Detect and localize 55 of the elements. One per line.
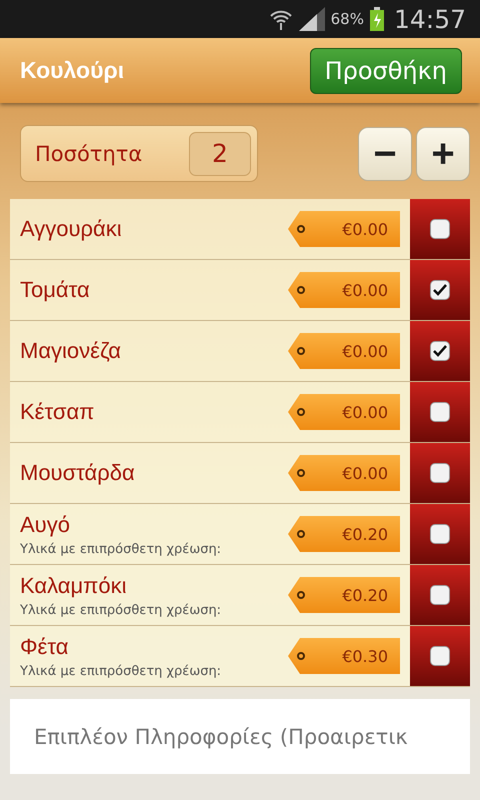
ingredient-name: Τομάτα xyxy=(20,277,90,303)
clock-time: 14:57 xyxy=(394,4,466,34)
increase-button[interactable]: + xyxy=(416,126,470,180)
ingredient-name: Αυγό xyxy=(20,512,71,538)
checkbox[interactable] xyxy=(430,646,450,666)
checkbox[interactable] xyxy=(430,280,450,300)
ingredient-row[interactable]: Μαγιονέζα €0.00 xyxy=(10,321,410,381)
tag-hole-icon xyxy=(297,530,305,538)
price-text: €0.30 xyxy=(342,646,388,666)
ingredient-row[interactable]: Τομάτα €0.00 xyxy=(10,260,410,320)
ingredient-row[interactable]: Κέτσαπ €0.00 xyxy=(10,382,410,442)
checkbox[interactable] xyxy=(430,585,450,605)
price-text: €0.20 xyxy=(342,586,388,604)
quantity-value: 2 xyxy=(189,132,251,176)
checkbox[interactable] xyxy=(430,524,450,544)
ingredient-name: Καλαμπόκι xyxy=(20,572,128,598)
quantity-label: Ποσότητα xyxy=(35,142,142,166)
signal-icon xyxy=(298,7,325,31)
checkbox[interactable] xyxy=(430,341,450,361)
tag-hole-icon xyxy=(297,286,305,294)
extra-charge-note: Υλικά με επιπρόσθετη χρέωση: xyxy=(20,602,222,618)
ingredient-name: Μαγιονέζα xyxy=(20,338,121,364)
ingredient-name: Φέτα xyxy=(20,634,70,660)
price-text: €0.00 xyxy=(342,220,388,238)
ingredient-row[interactable]: Αγγουράκι €0.00 xyxy=(10,199,410,259)
checkbox[interactable] xyxy=(430,219,450,239)
checkbox[interactable] xyxy=(430,463,450,483)
ingredient-row[interactable]: Αυγό Υλικά με επιπρόσθετη χρέωση: €0.20 xyxy=(10,504,410,564)
add-button[interactable]: Προσθήκη xyxy=(310,48,462,94)
price-text: €0.00 xyxy=(342,342,388,360)
extra-charge-note: Υλικά με επιπρόσθετη χρέωση: xyxy=(20,664,222,678)
ingredient-name: Μουστάρδα xyxy=(20,460,135,486)
info-input-field[interactable]: Επιπλέον Πληροφορίες (Προαιρετικ xyxy=(10,699,470,774)
battery-charging-icon xyxy=(370,7,384,31)
price-text: €0.20 xyxy=(342,524,388,544)
tag-hole-icon xyxy=(297,225,305,233)
extra-charge-note: Υλικά με επιπρόσθετη χρέωση: xyxy=(20,542,222,556)
price-text: €0.00 xyxy=(342,402,388,422)
tag-hole-icon xyxy=(297,652,305,660)
tag-hole-icon xyxy=(297,469,305,477)
ingredient-row[interactable]: Φέτα Υλικά με επιπρόσθετη χρέωση: €0.30 xyxy=(10,626,410,686)
tag-hole-icon xyxy=(297,347,305,355)
battery-percent: 68% xyxy=(330,10,364,28)
price-text: €0.00 xyxy=(342,280,388,300)
decrease-button[interactable]: − xyxy=(358,126,412,180)
screen-title: Κουλούρι xyxy=(20,57,124,84)
price-text: €0.00 xyxy=(342,464,388,482)
checkbox[interactable] xyxy=(430,402,450,422)
ingredient-name: Κέτσαπ xyxy=(20,399,94,425)
tag-hole-icon xyxy=(297,408,305,416)
ingredient-name: Αγγουράκι xyxy=(20,216,122,242)
ingredient-row[interactable]: Μουστάρδα €0.00 xyxy=(10,443,410,503)
tag-hole-icon xyxy=(297,591,305,599)
wifi-icon xyxy=(268,8,293,30)
ingredient-row[interactable]: Καλαμπόκι Υλικά με επιπρόσθετη χρέωση: €0.20 xyxy=(10,565,410,625)
